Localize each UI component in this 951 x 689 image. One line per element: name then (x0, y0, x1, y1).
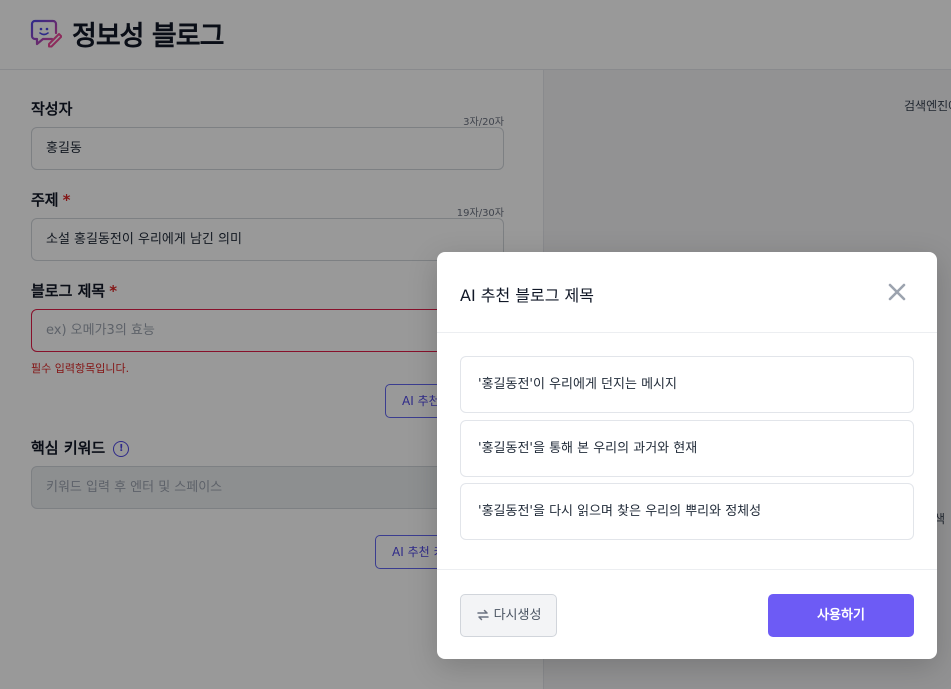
regenerate-button[interactable]: 다시생성 (460, 594, 557, 637)
close-icon[interactable] (886, 281, 908, 303)
title-option[interactable]: '홍길동전'을 다시 읽으며 찾은 우리의 뿌리와 정체성 (460, 483, 914, 540)
title-option[interactable]: '홍길동전'이 우리에게 던지는 메시지 (460, 356, 914, 413)
modal-footer: 다시생성 사용하기 (437, 569, 937, 659)
title-option[interactable]: '홍길동전'을 통해 본 우리의 과거와 현재 (460, 420, 914, 477)
use-button[interactable]: 사용하기 (768, 594, 914, 637)
regenerate-label: 다시생성 (493, 608, 542, 623)
refresh-icon (476, 609, 489, 620)
modal-header: AI 추천 블로그 제목 (437, 252, 937, 333)
ai-title-modal: AI 추천 블로그 제목 '홍길동전'이 우리에게 던지는 메시지 '홍길동전'… (437, 252, 937, 659)
modal-title: AI 추천 블로그 제목 (460, 286, 594, 305)
